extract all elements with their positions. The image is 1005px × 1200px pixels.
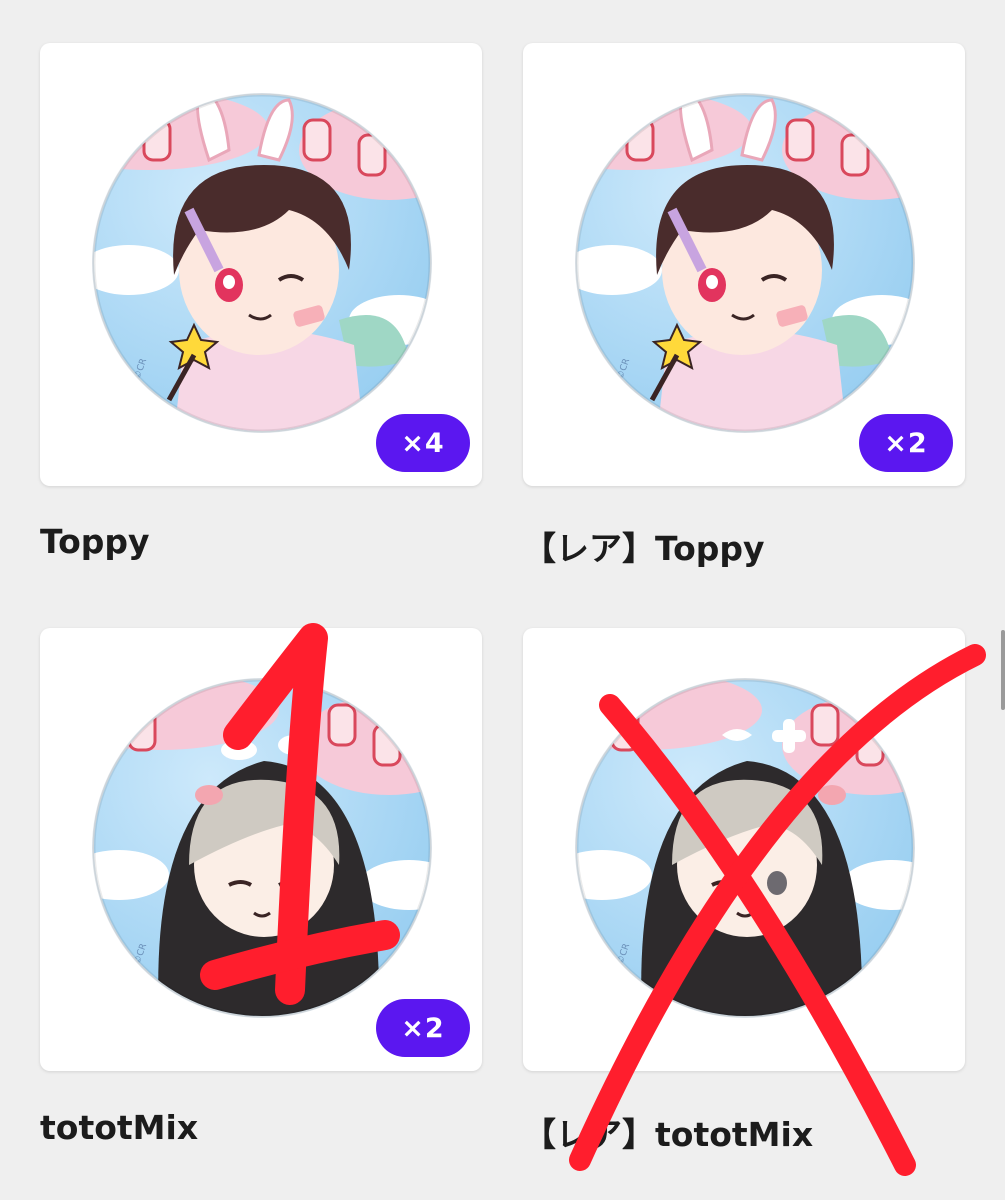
item-card-rare-tototmix[interactable]: ©CR — [523, 628, 965, 1071]
quantity-badge: ×4 — [376, 414, 470, 472]
item-name: tototMix — [40, 1108, 199, 1147]
can-badge-image-tototmix: ©CR — [92, 678, 432, 1018]
item-name: 【レア】Toppy — [523, 529, 765, 568]
can-badge-image-rare-toppy: ©CR — [575, 93, 915, 433]
item-name: 【レア】tototMix — [523, 1115, 814, 1154]
quantity-badge: ×2 — [376, 999, 470, 1057]
item-card-tototmix[interactable]: ©CR ×2 — [40, 628, 482, 1071]
can-badge-image-rare-tototmix: ©CR — [575, 678, 915, 1018]
item-card-toppy[interactable]: ©CR ×4 — [40, 43, 482, 486]
quantity-badge: ×2 — [859, 414, 953, 472]
item-card-rare-toppy[interactable]: ©CR ×2 — [523, 43, 965, 486]
scrollbar[interactable] — [1001, 630, 1005, 710]
collection-grid: ©CR ×4 Toppy ©CR ×2 【レア】Toppy ©CR ×2 tot… — [0, 0, 1005, 1200]
item-name: Toppy — [40, 522, 150, 561]
can-badge-image-toppy: ©CR — [92, 93, 432, 433]
